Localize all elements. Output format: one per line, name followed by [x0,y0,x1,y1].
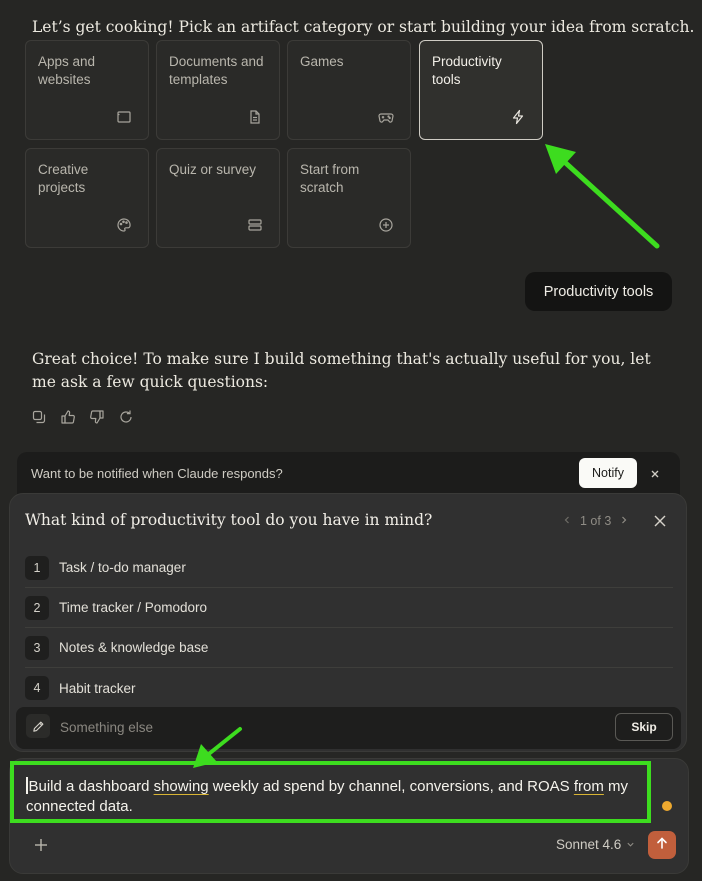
option-label: Task / to-do manager [59,560,186,575]
category-card-productivity[interactable]: Productivity tools [419,40,543,140]
skip-button[interactable]: Skip [615,713,673,741]
prompt-input[interactable]: Build a dashboard showing weekly ad spen… [26,777,636,817]
arrow-up-icon [655,836,669,855]
option-task-manager[interactable]: 1 Task / to-do manager [25,548,673,588]
category-card-documents[interactable]: Documents and templates [156,40,280,140]
option-label: Notes & knowledge base [59,640,209,655]
category-label: Apps and websites [38,54,96,87]
copy-icon[interactable] [31,409,47,425]
composer: Build a dashboard showing weekly ad spen… [9,758,689,874]
category-card-creative[interactable]: Creative projects [25,148,149,248]
category-label: Games [300,54,344,69]
close-icon[interactable] [647,466,663,482]
message-actions [31,409,134,425]
send-button[interactable] [648,831,676,859]
option-habit-tracker[interactable]: 4 Habit tracker [25,668,673,708]
pager-text: 1 of 3 [580,514,612,528]
category-label: Quiz or survey [169,162,257,177]
assistant-reply: Great choice! To make sure I build somet… [32,350,651,391]
prompt-text-part: weekly ad spend by channel, conversions,… [208,778,574,795]
window-icon [116,109,132,125]
something-else-row: Skip [16,707,681,749]
gamepad-icon [378,109,394,125]
category-card-apps[interactable]: Apps and websites [25,40,149,140]
prompt-text-part: from [573,778,604,795]
palette-icon [116,217,132,233]
category-label: Creative projects [38,162,89,195]
category-label: Documents and templates [169,54,264,87]
option-number: 4 [25,676,49,700]
notify-button[interactable]: Notify [579,458,637,488]
user-message-bubble: Productivity tools [525,272,672,311]
option-label: Time tracker / Pomodoro [59,600,208,615]
category-card-games[interactable]: Games [287,40,411,140]
status-dot [662,801,672,811]
chevron-right-icon[interactable] [619,514,629,528]
intro-text: Let’s get cooking! Pick an artifact cate… [32,18,695,36]
option-label: Habit tracker [59,680,136,696]
plus-icon[interactable] [32,836,50,854]
chevron-down-icon [626,837,635,852]
chevron-left-icon[interactable] [562,514,572,528]
retry-icon[interactable] [118,409,134,425]
option-number: 1 [25,555,49,580]
something-else-input[interactable] [60,717,560,737]
question-title: What kind of productivity tool do you ha… [25,511,433,529]
model-selector[interactable]: Sonnet 4.6 [556,837,635,852]
prompt-text-part: Build a dashboard [28,778,154,795]
thumbs-down-icon[interactable] [89,409,105,425]
list-icon [247,217,263,233]
category-label: Productivity tools [432,54,502,87]
category-card-quiz[interactable]: Quiz or survey [156,148,280,248]
text-caret [26,777,28,794]
option-time-tracker[interactable]: 2 Time tracker / Pomodoro [25,588,673,628]
model-name: Sonnet 4.6 [556,837,622,852]
option-number: 2 [25,595,49,620]
pencil-icon [26,714,50,738]
option-number: 3 [25,635,49,660]
annotation-arrow-icon [545,144,660,249]
category-label: Start from scratch [300,162,360,195]
thumbs-up-icon[interactable] [60,409,76,425]
option-notes[interactable]: 3 Notes & knowledge base [25,628,673,668]
question-panel: What kind of productivity tool do you ha… [9,493,687,752]
prompt-text-part: showing [153,778,209,795]
lightning-icon [510,109,526,125]
plus-circle-icon [378,217,394,233]
document-icon [247,109,263,125]
question-pager: 1 of 3 [562,514,629,528]
category-card-scratch[interactable]: Start from scratch [287,148,411,248]
close-icon[interactable] [652,513,668,529]
notify-text: Want to be notified when Claude responds… [31,466,283,481]
